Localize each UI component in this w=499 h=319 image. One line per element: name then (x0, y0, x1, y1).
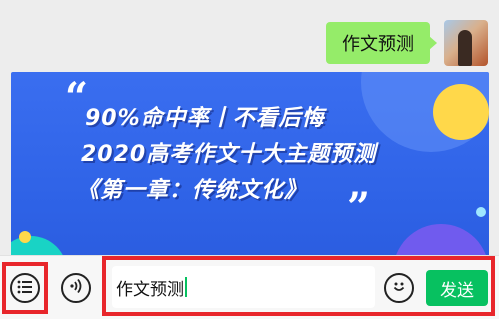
input-value: 作文预测 (116, 279, 184, 300)
voice-icon (68, 278, 84, 298)
poster-line-3: 《第一章：传统文化》 (77, 178, 308, 203)
close-quote: ” (347, 184, 371, 231)
avatar[interactable] (444, 20, 488, 66)
sent-message-bubble[interactable]: 作文预测 (326, 22, 437, 64)
text-caret (185, 277, 187, 297)
emoji-button[interactable] (384, 273, 414, 303)
menu-button[interactable] (10, 273, 40, 303)
message-text: 作文预测 (342, 34, 414, 55)
menu-list-icon (17, 279, 33, 298)
voice-button[interactable] (61, 273, 91, 303)
emoji-icon (390, 277, 408, 299)
poster-line-1: 90%命中率丨不看后悔 (85, 106, 325, 131)
send-button[interactable]: 发送 (426, 270, 488, 306)
top-cut-off-text: · · · (0, 0, 499, 6)
send-label: 发送 (440, 280, 474, 301)
poster-line-2: 2020高考作文十大主题预测 (81, 142, 377, 167)
message-input[interactable]: 作文预测 (112, 266, 375, 308)
